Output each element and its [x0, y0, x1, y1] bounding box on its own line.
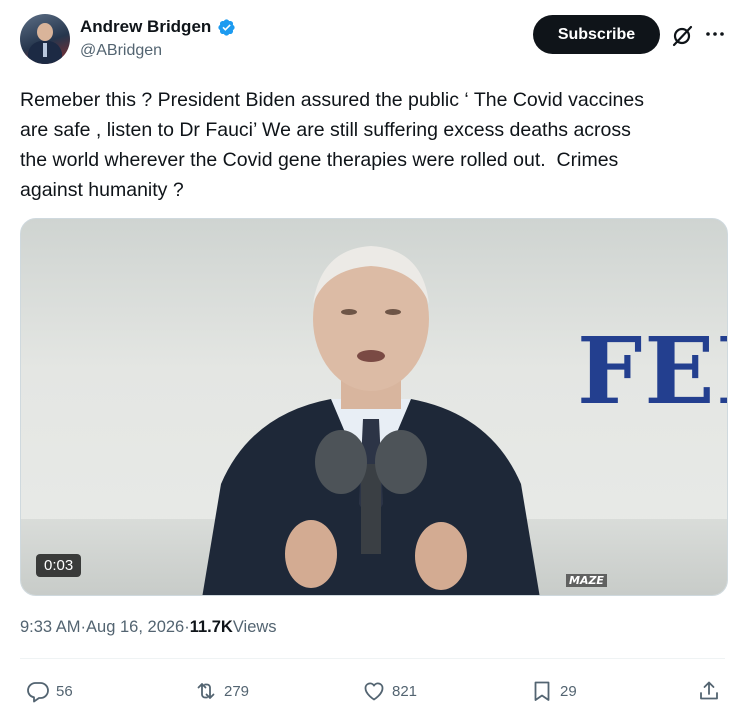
- views-count[interactable]: 11.7K: [190, 618, 233, 637]
- more-dots-icon[interactable]: [703, 22, 727, 46]
- author-avatar[interactable]: [20, 14, 70, 64]
- bookmark-icon: [534, 681, 550, 701]
- tweet-meta: 9:33 AM · Aug 16, 2026 · 11.7K Views: [20, 618, 277, 637]
- heart-icon: [364, 682, 384, 701]
- share-button[interactable]: [697, 679, 721, 703]
- author-display-name[interactable]: Andrew Bridgen: [80, 17, 211, 37]
- tweet-time[interactable]: 9:33 AM: [20, 618, 81, 637]
- maze-watermark: MAZE: [566, 574, 607, 587]
- bookmark-count: 29: [560, 682, 577, 700]
- grok-icon[interactable]: [670, 24, 694, 48]
- speaker-figure: [202, 246, 540, 595]
- repost-icon: [197, 683, 215, 699]
- video-player[interactable]: FEM: [20, 218, 728, 596]
- share-icon: [700, 681, 718, 700]
- like-count: 821: [392, 682, 418, 700]
- views-label: Views: [232, 618, 277, 636]
- tweet-text: Remeber this ? President Biden assured t…: [20, 89, 644, 201]
- author-handle[interactable]: @ABridgen: [80, 42, 162, 60]
- like-button[interactable]: 821: [362, 679, 417, 703]
- background-sign-text: FEM: [577, 317, 727, 425]
- reply-icon: [27, 682, 49, 703]
- avatar-tie: [43, 43, 47, 57]
- repost-button[interactable]: 279: [194, 679, 249, 703]
- tweet-date[interactable]: Aug 16, 2026: [86, 618, 184, 637]
- author-name-row: Andrew Bridgen: [80, 17, 236, 37]
- subscribe-button[interactable]: Subscribe: [533, 15, 660, 54]
- bookmark-button[interactable]: 29: [530, 679, 577, 703]
- divider: [20, 658, 725, 659]
- repost-count: 279: [224, 682, 250, 700]
- video-timer: 0:03: [36, 554, 82, 577]
- reply-count: 56: [56, 682, 73, 700]
- avatar-head: [37, 23, 53, 41]
- reply-button[interactable]: 56: [26, 679, 73, 703]
- verified-badge-icon: [218, 18, 235, 36]
